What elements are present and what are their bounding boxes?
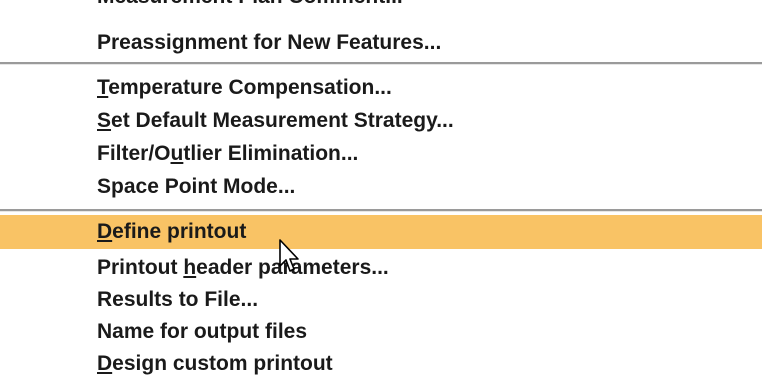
menu-item-printout-header-parameters[interactable]: Printout header parameters...	[0, 251, 762, 285]
context-menu: Measurement Plan Comment... Preassignmen…	[0, 0, 762, 386]
menu-item-temperature-compensation[interactable]: Temperature Compensation...	[0, 71, 762, 105]
menu-item-label: Name for output files	[97, 320, 308, 343]
menu-item-set-default-measurement-strategy[interactable]: Set Default Measurement Strategy...	[0, 104, 762, 138]
mouse-pointer-icon	[279, 239, 299, 272]
menu-item-define-printout[interactable]: Define printout	[0, 215, 762, 249]
menu-item-label: Temperature Compensation...	[97, 76, 392, 99]
menu-item-label: Set Default Measurement Strategy...	[97, 109, 454, 132]
menu-item-measurement-plan-comment[interactable]: Measurement Plan Comment...	[0, 0, 762, 20]
menu-item-label: Preassignment for New Features...	[97, 31, 442, 54]
menu-item-name-for-output-files[interactable]: Name for output files	[0, 315, 762, 349]
menu-item-label: Space Point Mode...	[97, 175, 296, 198]
menu-item-label: Define printout	[97, 220, 247, 243]
menu-item-preassignment-new-features[interactable]: Preassignment for New Features...	[0, 26, 762, 60]
menu-item-filter-outlier-elimination[interactable]: Filter/Outlier Elimination...	[0, 137, 762, 171]
menu-item-label: Filter/Outlier Elimination...	[97, 142, 359, 165]
menu-separator	[0, 62, 762, 65]
menu-item-space-point-mode[interactable]: Space Point Mode...	[0, 170, 762, 204]
menu-item-label: Measurement Plan Comment...	[97, 0, 403, 8]
menu-separator	[0, 209, 762, 212]
menu-item-results-to-file[interactable]: Results to File...	[0, 283, 762, 317]
menu-item-label: Design custom printout	[97, 352, 333, 375]
menu-item-label: Results to File...	[97, 288, 259, 311]
menu-item-label: Printout header parameters...	[97, 256, 389, 279]
menu-item-design-custom-printout[interactable]: Design custom printout	[0, 347, 762, 381]
